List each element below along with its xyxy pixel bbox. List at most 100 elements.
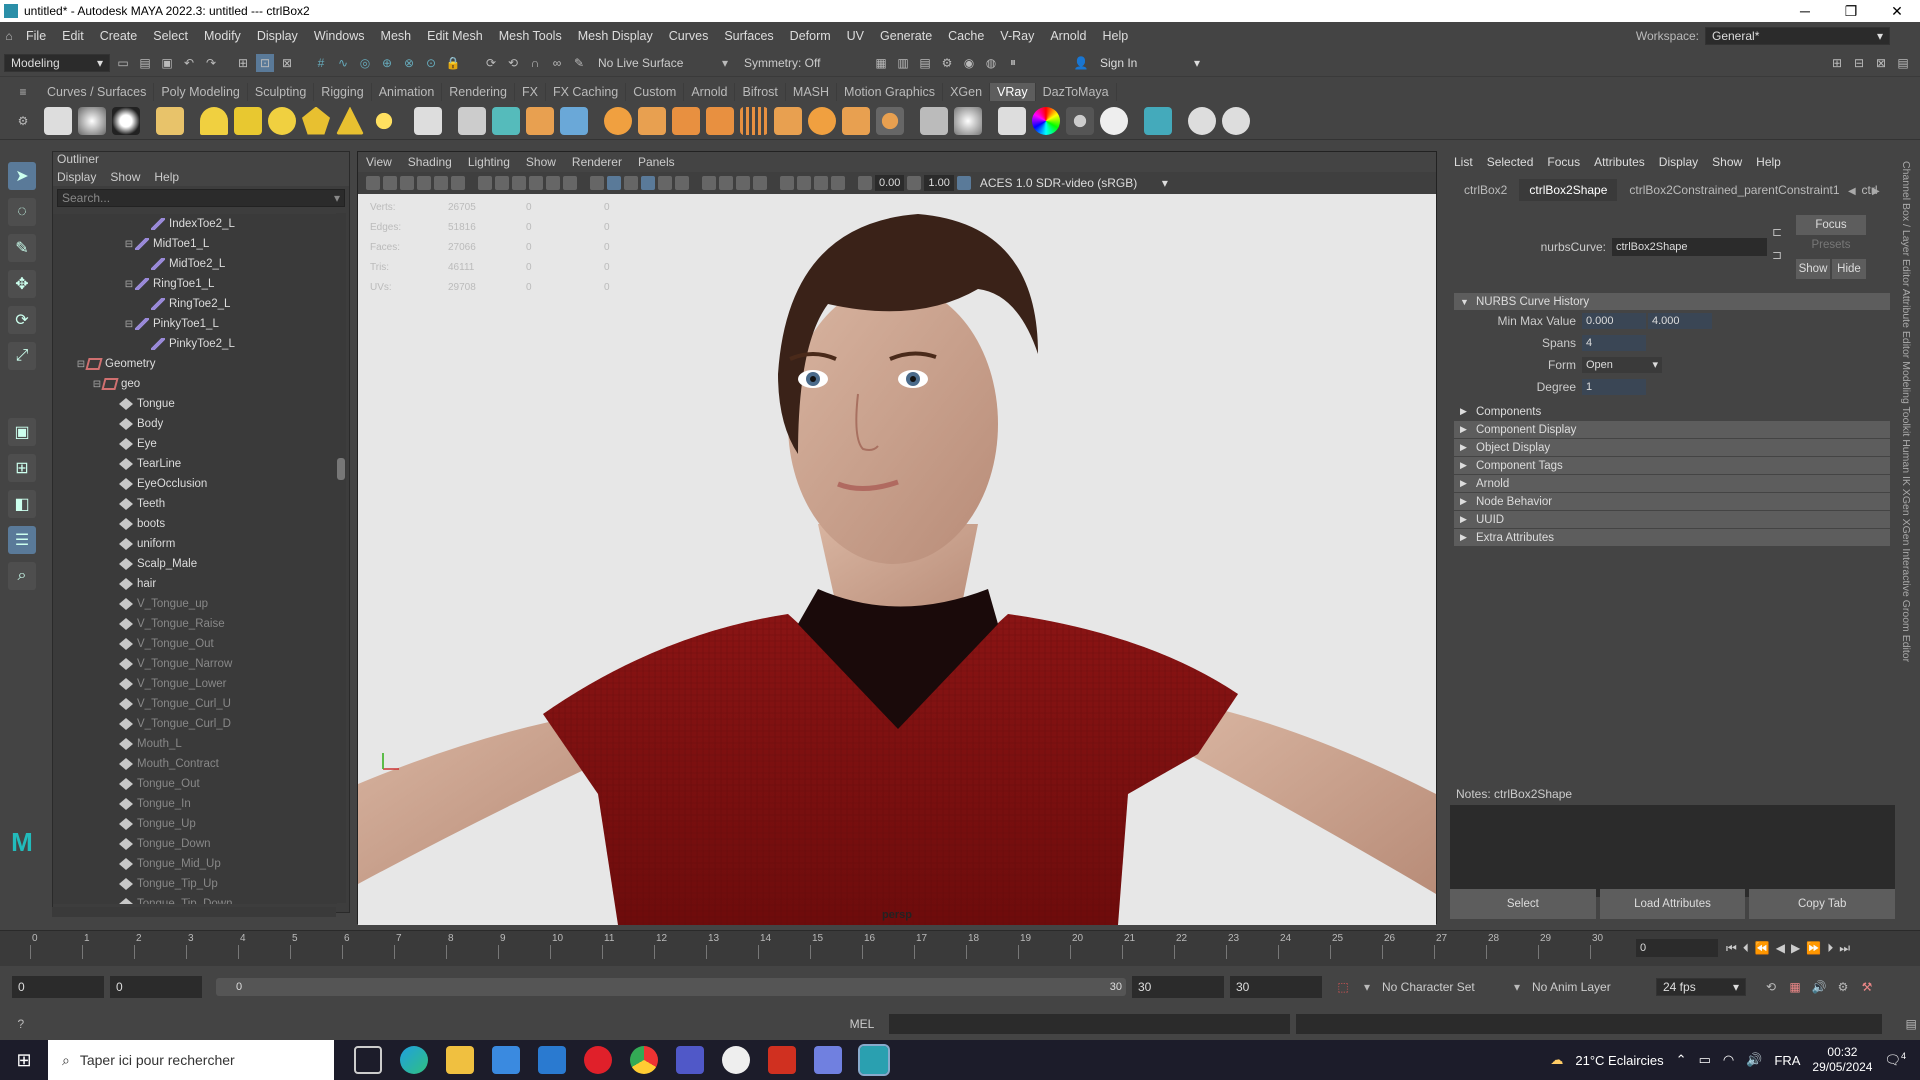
shelf-tab-custom[interactable]: Custom [626, 83, 685, 101]
gamma-icon[interactable] [907, 176, 922, 190]
view-transform-dropdown[interactable]: ACES 1.0 SDR-video (sRGB) ▾ [973, 174, 1174, 192]
cache-playback-icon[interactable]: ▦ [1786, 978, 1804, 996]
outliner-item[interactable]: Tongue_Tip_Down [53, 894, 337, 904]
expand-toggle-icon[interactable]: ⊟ [123, 279, 135, 290]
open-scene-icon[interactable]: ▤ [136, 54, 154, 72]
outliner-item[interactable]: Mouth_Contract [53, 754, 337, 774]
playback-settings-icon[interactable]: ⚙ [1834, 978, 1852, 996]
outliner-horizontal-scrollbar[interactable] [52, 907, 336, 917]
wireframe-on-shaded-icon[interactable] [624, 176, 638, 190]
menu-arnold[interactable]: Arnold [1042, 29, 1094, 43]
layered-texture-icon[interactable] [774, 106, 802, 135]
shelf-tab-motion-graphics[interactable]: Motion Graphics [837, 83, 944, 101]
menu-edit[interactable]: Edit [54, 29, 92, 43]
depth-of-field-icon[interactable] [753, 176, 767, 190]
menu-edit-mesh[interactable]: Edit Mesh [419, 29, 491, 43]
presets-button[interactable]: Presets [1796, 239, 1866, 251]
scene-icon[interactable] [560, 106, 588, 135]
play-backwards-icon[interactable]: ◀ [1776, 941, 1785, 956]
palette-icon[interactable] [1100, 106, 1128, 135]
load-attributes-button[interactable]: Load Attributes [1599, 889, 1746, 919]
menu-help[interactable]: Help [1094, 29, 1136, 43]
playback-end-field[interactable]: 30 [1132, 976, 1224, 998]
network-icon[interactable]: ▭ [1699, 1052, 1711, 1068]
material-icon[interactable] [604, 106, 632, 135]
language-label[interactable]: FRA [1774, 1053, 1800, 1068]
step-back-frame-icon[interactable]: ⏴ [1743, 941, 1749, 956]
attr-menu-show[interactable]: Show [1712, 155, 1742, 169]
outliner-item[interactable]: IndexToe2_L [53, 214, 337, 234]
render-frame-icon[interactable]: ▥ [894, 54, 912, 72]
shelf-tab-xgen[interactable]: XGen [943, 83, 991, 101]
isolate-select-icon[interactable] [780, 176, 794, 190]
menu-mesh-display[interactable]: Mesh Display [570, 29, 661, 43]
shelf-tab-poly-modeling[interactable]: Poly Modeling [154, 83, 248, 101]
side-tab-labels[interactable]: Channel Box / Layer Editor Attribute Edi… [1900, 151, 1912, 662]
select-button[interactable]: Select [1450, 889, 1596, 919]
maximize-button[interactable]: ❐ [1828, 3, 1874, 20]
menu-curves[interactable]: Curves [661, 29, 717, 43]
playback-start-field[interactable]: 0 [110, 976, 202, 998]
outliner-item[interactable]: V_Tongue_Curl_D [53, 714, 337, 734]
grid-icon[interactable] [478, 176, 492, 190]
select-component-icon[interactable]: ⊠ [278, 54, 296, 72]
help-icon[interactable]: ? [12, 1015, 30, 1033]
mail-icon[interactable] [538, 1046, 566, 1074]
play-forwards-icon[interactable]: ▶ [1791, 941, 1800, 956]
vray-object-icon[interactable] [954, 106, 982, 135]
step-forward-frame-icon[interactable]: ⏵ [1827, 941, 1833, 956]
vray-logo-icon[interactable] [112, 106, 140, 135]
outliner-item[interactable]: Eye [53, 434, 337, 454]
shelf-tab-sculpting[interactable]: Sculpting [248, 83, 315, 101]
snap-curve-icon[interactable]: ∿ [334, 54, 352, 72]
construction-history-icon[interactable]: ⟲ [504, 54, 522, 72]
link-icon[interactable]: ∞ [548, 54, 566, 72]
anti-aliasing-icon[interactable] [736, 176, 750, 190]
command-input[interactable] [888, 1014, 1290, 1034]
wordpad-icon[interactable] [722, 1046, 750, 1074]
outliner-item[interactable]: Tongue_Out [53, 774, 337, 794]
paint-select-tool-icon[interactable]: ✎ [8, 234, 36, 262]
magnet-icon[interactable]: ∩ [526, 54, 544, 72]
pause-icon[interactable]: ⏸ [1004, 54, 1022, 72]
expand-toggle-icon[interactable]: ⊟ [123, 319, 135, 330]
shelf-tab-rigging[interactable]: Rigging [314, 83, 372, 101]
go-to-end-icon[interactable]: ⏭ [1839, 941, 1850, 956]
grass-icon[interactable] [706, 106, 734, 135]
attr-menu-selected[interactable]: Selected [1487, 155, 1534, 169]
viewport-menu-show[interactable]: Show [526, 155, 556, 169]
volume-icon[interactable] [526, 106, 554, 135]
minimize-button[interactable]: ─ [1782, 3, 1828, 20]
outliner-item[interactable]: PinkyToe2_L [53, 334, 337, 354]
file-explorer-icon[interactable] [446, 1046, 474, 1074]
taskbar-search-input[interactable]: ⌕ Taper ici pour rechercher [48, 1040, 334, 1080]
tool-settings-icon[interactable]: ⊠ [1872, 54, 1890, 72]
hypershade-icon[interactable]: ◉ [960, 54, 978, 72]
tab-scroll-left-icon[interactable]: ◀ [1848, 186, 1856, 197]
section-arnold[interactable]: ▶ Arnold [1454, 475, 1890, 493]
move-tool-icon[interactable]: ✥ [8, 270, 36, 298]
search-icon[interactable]: ⌕ [8, 562, 36, 590]
outliner-item[interactable]: Tongue_Up [53, 814, 337, 834]
weather-icon[interactable]: ☁ [1550, 1052, 1563, 1068]
lock-icon[interactable]: 🔒 [444, 54, 462, 72]
section-uuid[interactable]: ▶ UUID [1454, 511, 1890, 529]
outliner-search-input[interactable]: Search... ▾ [57, 189, 345, 207]
notifications-icon[interactable]: 🗨4 [1884, 1051, 1906, 1068]
script-editor-icon[interactable]: ▤ [1902, 1015, 1920, 1033]
chrome-icon[interactable] [630, 1046, 658, 1074]
shelf-menu-icon[interactable]: ≡ [14, 83, 32, 101]
paint-icon[interactable]: ✎ [570, 54, 588, 72]
select-tool-icon[interactable]: ➤ [8, 162, 36, 190]
exposure-icon[interactable] [858, 176, 872, 190]
2d-pan-icon[interactable] [434, 176, 448, 190]
outliner-item[interactable]: Tongue [53, 394, 337, 414]
menu-surfaces[interactable]: Surfaces [716, 29, 781, 43]
go-to-output-icon[interactable]: ⊐ [1768, 246, 1786, 264]
close-button[interactable]: ✕ [1874, 3, 1920, 20]
outliner-item[interactable]: V_Tongue_up [53, 594, 337, 614]
outliner-item[interactable]: ⊟ Geometry [53, 354, 337, 374]
attr-menu-help[interactable]: Help [1756, 155, 1781, 169]
grid-texture-icon[interactable] [740, 106, 768, 135]
outliner-item[interactable]: Scalp_Male [53, 554, 337, 574]
